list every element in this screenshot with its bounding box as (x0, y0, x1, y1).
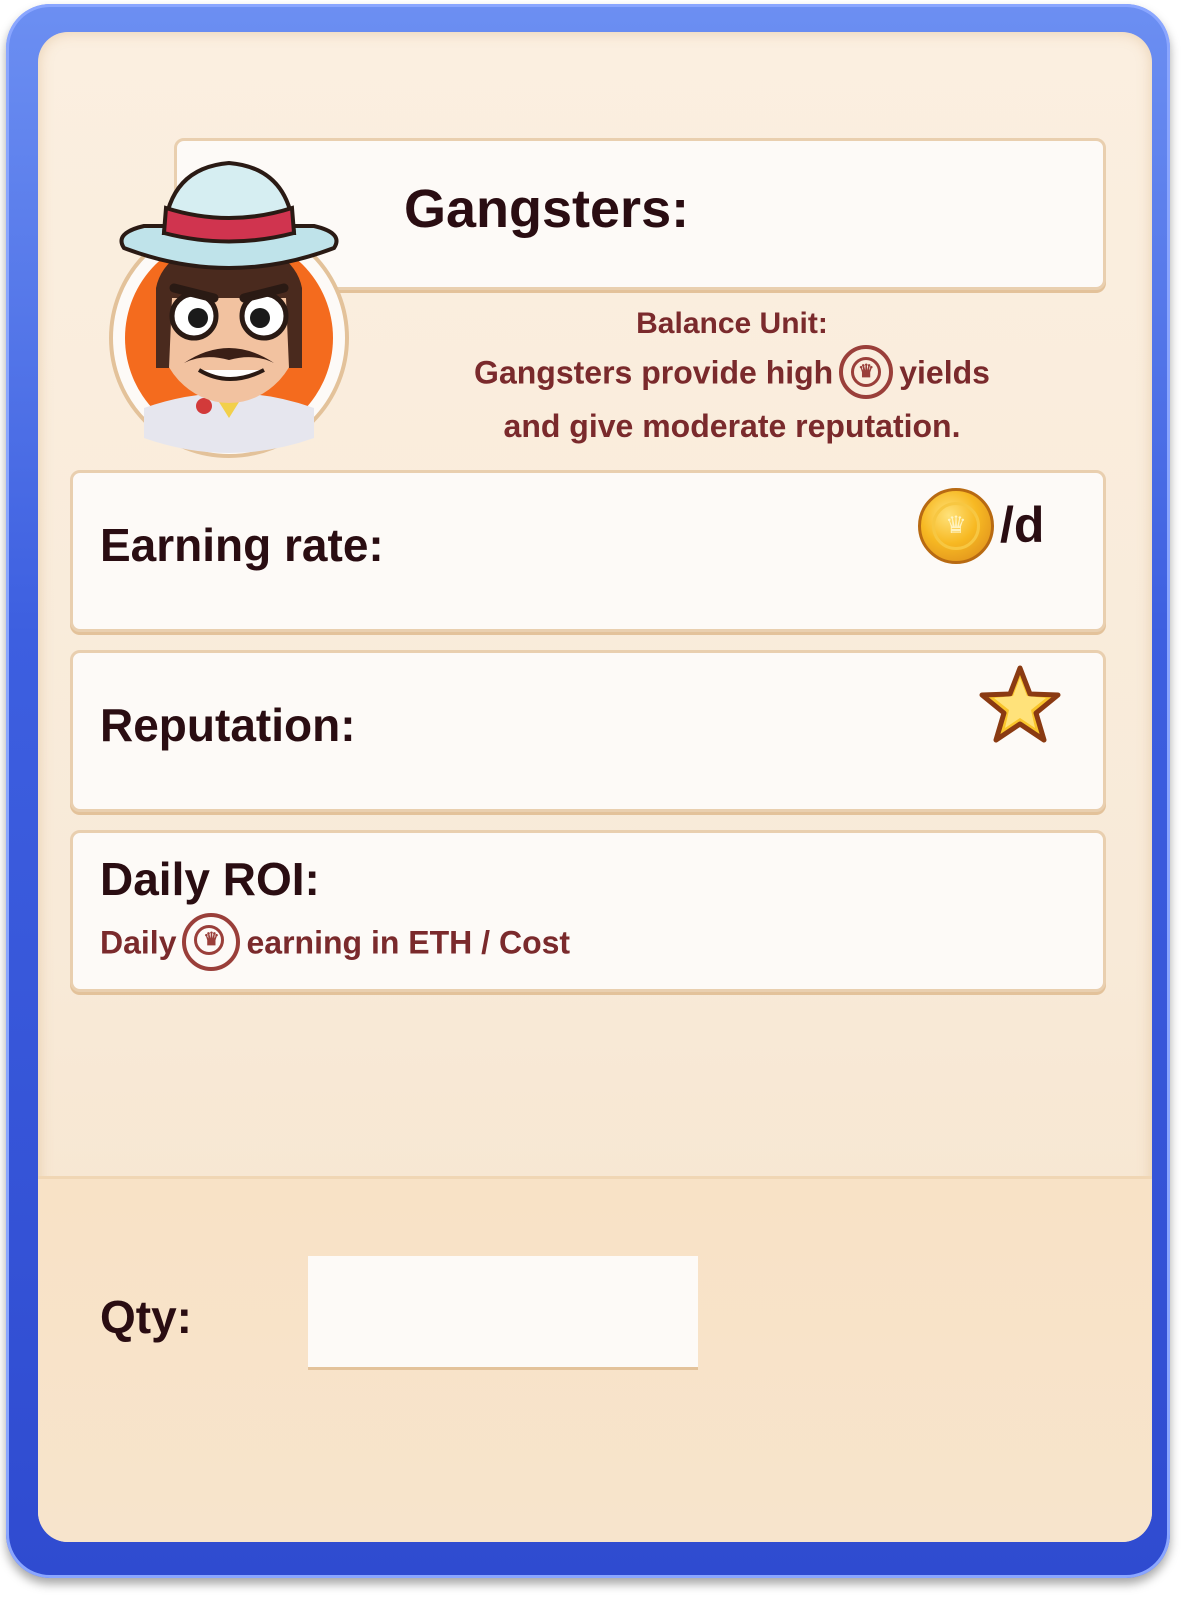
qty-label: Qty: (100, 1291, 192, 1343)
gold-coin-icon: ♛ (918, 488, 994, 564)
star-icon (979, 665, 1061, 743)
description-line-1: Gangsters provide high ♛ yields (412, 345, 1052, 402)
description-heading: Balance Unit: (636, 307, 828, 340)
description-line-2: and give moderate reputation. (503, 408, 961, 444)
reputation-label: Reputation: (100, 699, 356, 751)
daily-roi-label: Daily ROI: (100, 853, 320, 905)
daily-roi-sub-after: earning in ETH / Cost (246, 924, 571, 961)
page-title: Gangsters: (404, 179, 690, 239)
description-line1-before: Gangsters provide high (474, 354, 834, 391)
daily-roi-subtitle: Daily ♛ earning in ETH / Cost (100, 913, 571, 974)
earning-rate-label: Earning rate: (100, 519, 384, 571)
crown-coin-icon: ♛ (182, 913, 241, 971)
earning-rate-unit: /d (1000, 497, 1045, 553)
gangster-avatar-icon (109, 160, 349, 458)
qty-input[interactable] (308, 1256, 698, 1370)
description-line1-after: yields (899, 354, 990, 391)
daily-roi-sub-before: Daily (100, 924, 177, 961)
unit-description: Balance Unit: Gangsters provide high ♛ yie… (412, 300, 1052, 450)
crown-coin-icon: ♛ (839, 345, 894, 399)
